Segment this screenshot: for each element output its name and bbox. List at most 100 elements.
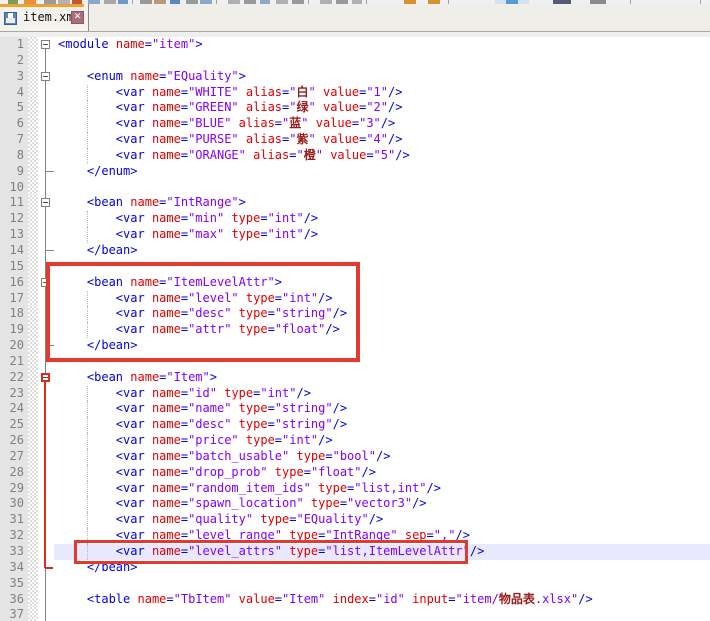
code-text[interactable]	[54, 607, 710, 621]
code-line-12[interactable]: 12 <var name="min" type="int"/>	[0, 211, 710, 227]
code-token: <bean	[87, 275, 123, 289]
code-line-29[interactable]: 29 <var name="random_item_ids" type="lis…	[0, 481, 710, 497]
code-line-7[interactable]: 7 <var name="PURSE" alias="紫" value="4"/…	[0, 132, 710, 148]
code-text[interactable]: <var name="batch_usable" type="bool"/>	[54, 449, 710, 465]
code-line-1[interactable]: 1<module name="item">	[0, 37, 710, 53]
code-line-24[interactable]: 24 <var name="name" type="string"/>	[0, 401, 710, 417]
code-text[interactable]: <table name="TbItem" value="Item" index=…	[54, 592, 710, 608]
code-text[interactable]: <var name="WHITE" alias="白" value="1"/>	[54, 85, 710, 101]
code-text[interactable]: <var name="ORANGE" alias="橙" value="5"/>	[54, 148, 710, 164]
code-line-3[interactable]: 3 <enum name="EQuality">	[0, 69, 710, 85]
code-line-27[interactable]: 27 <var name="batch_usable" type="bool"/…	[0, 449, 710, 465]
code-line-11[interactable]: 11 <bean name="IntRange">	[0, 195, 710, 211]
code-line-25[interactable]: 25 <var name="desc" type="string"/>	[0, 417, 710, 433]
code-text[interactable]: <var name="quality" type="EQuality"/>	[54, 512, 710, 528]
code-text[interactable]: <var name="name" type="string"/>	[54, 401, 710, 417]
code-line-4[interactable]: 4 <var name="WHITE" alias="白" value="1"/…	[0, 85, 710, 101]
code-text[interactable]: <module name="item">	[54, 37, 710, 53]
fold-toggle[interactable]	[38, 275, 54, 291]
code-text[interactable]: <enum name="EQuality">	[54, 69, 710, 85]
code-text[interactable]: <var name="level_attrs" type="list,ItemL…	[54, 544, 710, 560]
code-line-30[interactable]: 30 <var name="spawn_location" type="vect…	[0, 496, 710, 512]
code-text[interactable]	[54, 354, 710, 370]
code-token: name	[152, 85, 181, 99]
code-line-17[interactable]: 17 <var name="level" type="int"/>	[0, 291, 710, 307]
fold-toggle[interactable]	[38, 370, 54, 386]
code-line-20[interactable]: 20 </bean>	[0, 338, 710, 354]
line-number: 12	[0, 211, 28, 227]
code-line-9[interactable]: 9 </enum>	[0, 164, 710, 180]
code-line-6[interactable]: 6 <var name="BLUE" alias="蓝" value="3"/>	[0, 116, 710, 132]
code-token: =	[181, 116, 188, 130]
code-token	[145, 85, 152, 99]
code-line-5[interactable]: 5 <var name="GREEN" alias="绿" value="2"/…	[0, 100, 710, 116]
code-line-33[interactable]: 33 <var name="level_attrs" type="list,It…	[0, 544, 710, 560]
code-text[interactable]: <var name="drop_prob" type="float"/>	[54, 465, 710, 481]
code-token: "attr"	[188, 322, 231, 336]
code-text[interactable]: <var name="min" type="int"/>	[54, 211, 710, 227]
tab-item-xml[interactable]: item.xml ✕	[0, 4, 89, 31]
code-line-32[interactable]: 32 <var name="level_range" type="IntRang…	[0, 528, 710, 544]
code-line-31[interactable]: 31 <var name="quality" type="EQuality"/>	[0, 512, 710, 528]
code-line-35[interactable]: 35	[0, 576, 710, 592]
code-token	[130, 592, 137, 606]
code-token: />	[388, 132, 402, 146]
code-token: =	[145, 37, 152, 51]
code-line-34[interactable]: 34 </bean>	[0, 560, 710, 576]
code-token: "price"	[188, 433, 239, 447]
code-token: =	[260, 227, 267, 241]
code-text[interactable]: <var name="BLUE" alias="蓝" value="3"/>	[54, 116, 710, 132]
code-line-36[interactable]: 36 <table name="TbItem" value="Item" ind…	[0, 592, 710, 608]
fold-toggle[interactable]	[38, 195, 54, 211]
code-line-2[interactable]: 2	[0, 53, 710, 69]
code-line-28[interactable]: 28 <var name="drop_prob" type="float"/>	[0, 465, 710, 481]
code-line-22[interactable]: 22 <bean name="Item">	[0, 370, 710, 386]
code-text[interactable]: <var name="attr" type="float"/>	[54, 322, 710, 338]
notepadpp-window: item.xml ✕ 1<module name="item">23 <enum…	[0, 0, 710, 621]
code-token: name	[130, 69, 159, 83]
code-text[interactable]	[54, 53, 710, 69]
code-text[interactable]	[54, 180, 710, 196]
code-text[interactable]: <var name="level" type="int"/>	[54, 291, 710, 307]
code-text[interactable]: <var name="desc" type="string"/>	[54, 306, 710, 322]
code-line-19[interactable]: 19 <var name="attr" type="float"/>	[0, 322, 710, 338]
code-text[interactable]: <bean name="ItemLevelAttr">	[54, 275, 710, 291]
code-text[interactable]: <var name="random_item_ids" type="list,i…	[54, 481, 710, 497]
code-text[interactable]: <var name="price" type="int"/>	[54, 433, 710, 449]
code-line-14[interactable]: 14 </bean>	[0, 243, 710, 259]
code-line-10[interactable]: 10	[0, 180, 710, 196]
code-text[interactable]: <var name="GREEN" alias="绿" value="2"/>	[54, 100, 710, 116]
bookmark-margin	[28, 322, 38, 338]
code-text[interactable]: <var name="PURSE" alias="紫" value="4"/>	[54, 132, 710, 148]
code-token: "max"	[188, 227, 224, 241]
close-icon[interactable]: ✕	[71, 11, 84, 24]
code-line-16[interactable]: 16 <bean name="ItemLevelAttr">	[0, 275, 710, 291]
code-text[interactable]: <var name="desc" type="string"/>	[54, 417, 710, 433]
code-token: "level_range"	[188, 528, 282, 542]
code-text[interactable]: </enum>	[54, 164, 710, 180]
code-line-13[interactable]: 13 <var name="max" type="int"/>	[0, 227, 710, 243]
code-line-15[interactable]: 15	[0, 259, 710, 275]
code-line-37[interactable]: 37	[0, 607, 710, 621]
code-text[interactable]: </bean>	[54, 338, 710, 354]
code-text[interactable]: <var name="level_range" type="IntRange" …	[54, 528, 710, 544]
code-text[interactable]: <bean name="Item">	[54, 370, 710, 386]
code-line-8[interactable]: 8 <var name="ORANGE" alias="橙" value="5"…	[0, 148, 710, 164]
code-text[interactable]	[54, 259, 710, 275]
code-text[interactable]: <var name="spawn_location" type="vector3…	[54, 496, 710, 512]
code-text[interactable]: </bean>	[54, 560, 710, 576]
code-text[interactable]: <bean name="IntRange">	[54, 195, 710, 211]
fold-toggle[interactable]	[38, 69, 54, 85]
code-text[interactable]	[54, 576, 710, 592]
code-text[interactable]: </bean>	[54, 243, 710, 259]
code-line-23[interactable]: 23 <var name="id" type="int"/>	[0, 386, 710, 402]
code-line-21[interactable]: 21	[0, 354, 710, 370]
code-text[interactable]: <var name="max" type="int"/>	[54, 227, 710, 243]
code-text[interactable]: <var name="id" type="int"/>	[54, 386, 710, 402]
code-line-18[interactable]: 18 <var name="desc" type="string"/>	[0, 306, 710, 322]
code-token: <var	[116, 544, 145, 558]
fold-margin	[38, 100, 54, 116]
code-line-26[interactable]: 26 <var name="price" type="int"/>	[0, 433, 710, 449]
code-token: <var	[116, 512, 145, 526]
fold-toggle[interactable]	[38, 37, 54, 53]
